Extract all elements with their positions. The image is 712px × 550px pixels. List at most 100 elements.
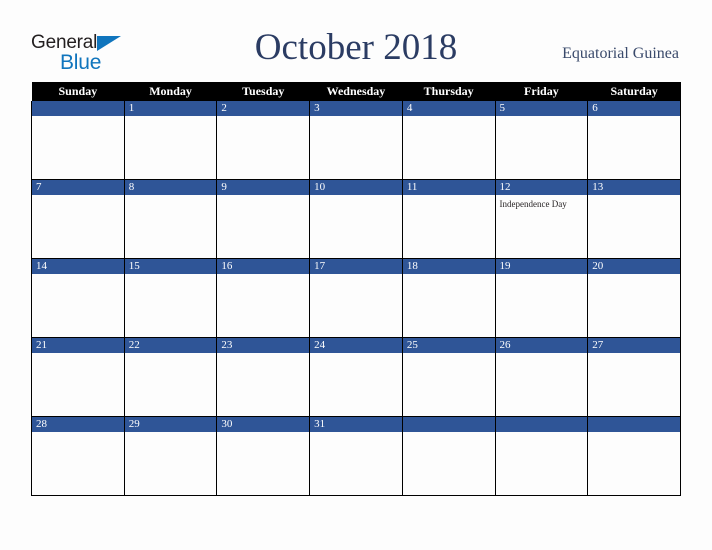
calendar-body: 1 2 3 4 5 6 7 8 9 10 11 12 13 Independen… [31, 101, 681, 496]
daynum-cell[interactable]: 25 [401, 337, 496, 353]
daynum-cell[interactable]: 29 [123, 416, 218, 432]
daynum-cell[interactable]: 31 [309, 416, 403, 432]
day-cell[interactable] [309, 353, 403, 417]
daynum-cell[interactable]: 7 [31, 179, 125, 195]
daynum-cell[interactable]: 17 [309, 258, 403, 274]
daynum-row: 7 8 9 10 11 12 13 [31, 179, 681, 195]
day-cell[interactable] [123, 353, 218, 417]
week-row [31, 353, 681, 417]
daynum-cell[interactable]: 22 [123, 337, 218, 353]
day-cell[interactable] [216, 432, 311, 496]
daynum-cell[interactable]: 18 [401, 258, 496, 274]
day-cell[interactable] [31, 353, 125, 417]
day-number: 28 [36, 418, 47, 430]
daynum-cell[interactable]: 28 [31, 416, 125, 432]
day-cell[interactable] [401, 432, 496, 496]
daynum-cell[interactable]: 12 [494, 179, 589, 195]
daynum-cell[interactable]: 24 [309, 337, 403, 353]
daynum-cell[interactable]: 21 [31, 337, 125, 353]
day-cell[interactable] [401, 116, 496, 180]
daynum-cell[interactable]: 15 [123, 258, 218, 274]
daynum-cell[interactable]: 20 [587, 258, 681, 274]
country-label: Equatorial Guinea [562, 45, 679, 62]
daynum-cell[interactable]: 10 [309, 179, 403, 195]
week-row [31, 432, 681, 496]
daynum-cell[interactable]: 26 [494, 337, 589, 353]
day-number: 26 [499, 339, 511, 351]
daynum-cell[interactable]: 19 [494, 258, 589, 274]
day-cell[interactable] [494, 274, 589, 338]
day-cell[interactable] [31, 274, 125, 338]
day-cell[interactable] [123, 274, 218, 338]
event-label [125, 195, 217, 198]
day-cell[interactable] [123, 195, 218, 259]
day-cell[interactable] [494, 432, 589, 496]
day-number: 17 [314, 260, 326, 272]
daynum-cell[interactable]: 11 [401, 179, 496, 195]
event-label [217, 353, 309, 356]
daynum-cell[interactable]: 6 [587, 101, 681, 116]
event-label [588, 274, 680, 277]
daynum-cell[interactable] [494, 416, 589, 432]
day-number: 24 [314, 339, 326, 351]
day-number: 2 [221, 102, 227, 114]
event-label [32, 116, 124, 119]
daynum-cell[interactable]: 27 [587, 337, 681, 353]
daynum-cell[interactable]: 9 [216, 179, 311, 195]
day-cell[interactable] [216, 274, 311, 338]
day-number: 15 [128, 260, 140, 272]
day-cell[interactable] [587, 353, 681, 417]
day-cell[interactable] [309, 116, 403, 180]
calendar-table: Sunday Monday Tuesday Wednesday Thursday… [31, 82, 681, 496]
day-number: 31 [314, 418, 326, 430]
day-cell[interactable] [216, 116, 311, 180]
day-cell[interactable] [31, 432, 125, 496]
daynum-cell[interactable]: 23 [216, 337, 311, 353]
daynum-cell[interactable]: 14 [31, 258, 125, 274]
day-cell[interactable] [309, 432, 403, 496]
daynum-cell[interactable]: 4 [401, 101, 496, 116]
daynum-cell[interactable]: 13 [587, 179, 681, 195]
day-cell[interactable] [587, 195, 681, 259]
event-label: Independence Day [499, 199, 567, 209]
event-label [32, 274, 124, 277]
day-cell[interactable] [123, 116, 218, 180]
day-cell[interactable] [587, 274, 681, 338]
daynum-cell[interactable]: 16 [216, 258, 311, 274]
day-cell-independence-day[interactable]: Independence Day [494, 195, 589, 259]
day-cell[interactable] [401, 195, 496, 259]
daynum-cell[interactable]: 30 [216, 416, 311, 432]
daynum-cell[interactable]: 8 [123, 179, 218, 195]
day-number: 18 [406, 260, 418, 272]
day-number: 1 [128, 102, 135, 114]
event-label [496, 274, 588, 277]
day-cell[interactable] [216, 353, 311, 417]
daynum-cell[interactable]: 1 [123, 101, 218, 116]
weekday-header-thursday: Thursday [402, 82, 496, 101]
day-cell[interactable] [31, 116, 125, 180]
daynum-cell[interactable]: 2 [216, 101, 311, 116]
daynum-cell[interactable]: 5 [494, 101, 589, 116]
day-cell[interactable] [587, 116, 681, 180]
day-cell[interactable] [216, 195, 311, 259]
event-label [588, 116, 680, 119]
calendar-page: General Blue October 2018 Equatorial Gui… [0, 0, 712, 550]
day-number: 6 [592, 102, 598, 114]
daynum-cell[interactable]: 3 [309, 101, 403, 116]
day-cell[interactable] [401, 353, 496, 417]
day-cell[interactable] [494, 353, 589, 417]
daynum-cell[interactable] [31, 101, 125, 116]
day-cell[interactable] [31, 195, 125, 259]
day-cell[interactable] [309, 274, 403, 338]
day-cell[interactable] [587, 432, 681, 496]
day-cell[interactable] [123, 432, 218, 496]
daynum-cell[interactable] [587, 416, 681, 432]
event-label [310, 274, 402, 277]
day-cell[interactable] [494, 116, 589, 180]
day-cell[interactable] [309, 195, 403, 259]
event-label [125, 353, 217, 356]
daynum-row: 1 2 3 4 5 6 [31, 101, 681, 116]
day-number: 14 [36, 260, 47, 272]
day-cell[interactable] [401, 274, 496, 338]
daynum-cell[interactable] [401, 416, 496, 432]
